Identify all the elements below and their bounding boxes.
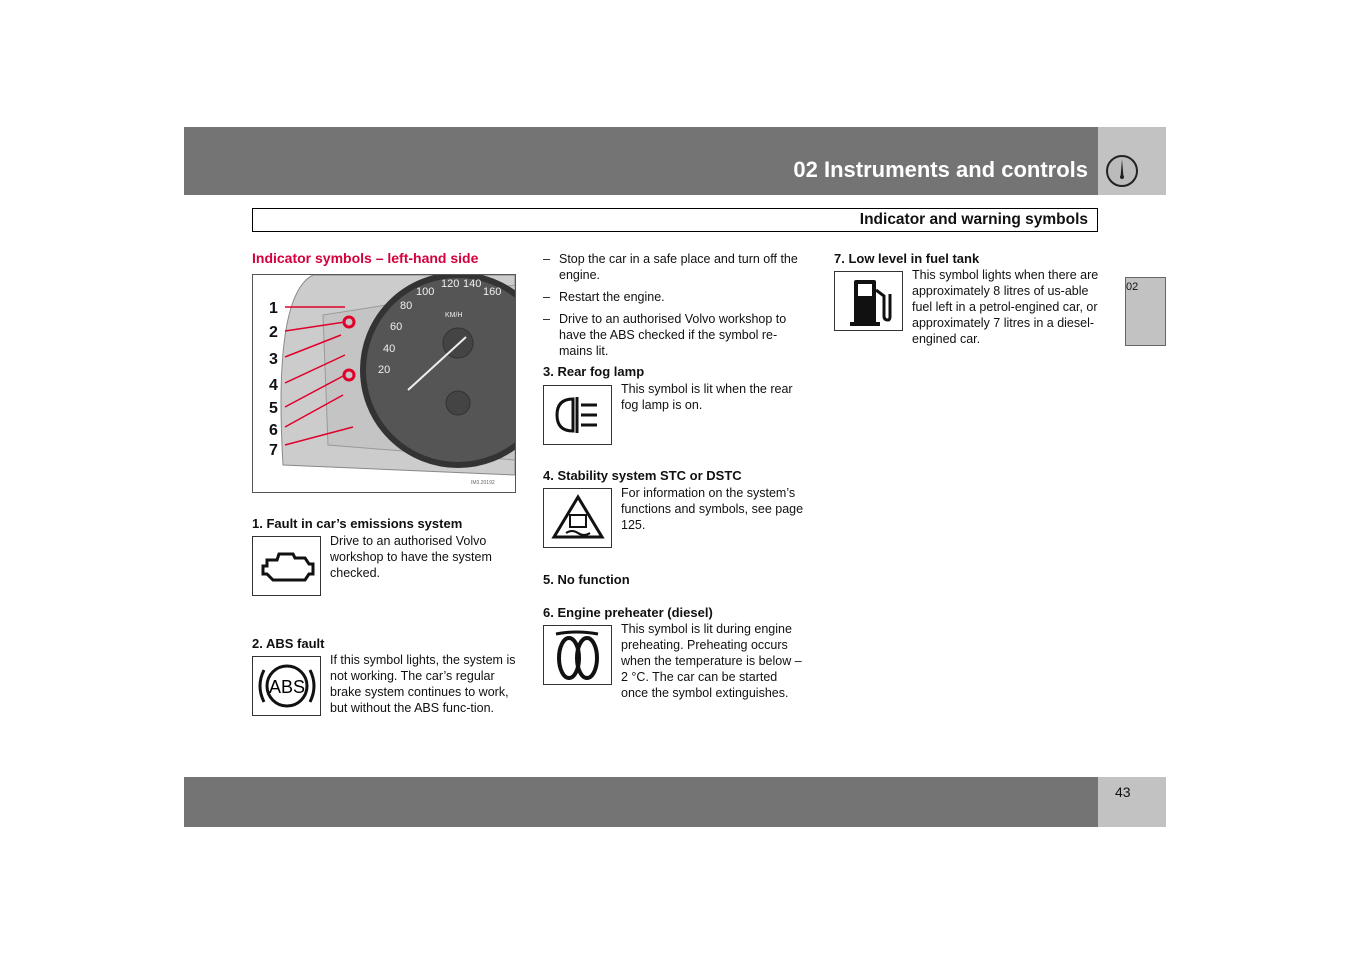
gauge-label: 40: [383, 343, 395, 355]
page-number: 43: [1115, 784, 1131, 800]
rear-fog-lamp-icon: [543, 385, 612, 445]
item-title: 7. Low level in fuel tank: [834, 251, 980, 266]
speedometer-icon: [1106, 155, 1138, 187]
abs-icon-text: ABS: [268, 677, 304, 697]
item-title: 1. Fault in car’s emissions system: [252, 516, 463, 531]
item-text: For information on the system’s function…: [621, 486, 804, 532]
column-heading: Indicator symbols – left-hand side: [252, 250, 479, 266]
instrument-figure: 20 40 60 80 100 120 140 160 KM/H 1 2 3 4…: [252, 272, 556, 493]
figure-callout: 2: [269, 324, 278, 341]
chapter-title: 02 Instruments and controls: [793, 157, 1088, 182]
chapter-tab-label: 02: [1126, 281, 1139, 293]
instruction-list: Stop the car in a safe place and turn of…: [543, 251, 803, 365]
item-text: If this symbol lights, the system is not…: [330, 653, 516, 715]
gauge-label: 60: [390, 321, 402, 333]
item-text: Drive to an authorised Volvo workshop to…: [330, 534, 492, 580]
figure-callout: 4: [269, 377, 278, 394]
item-text: This symbol is lit during engine preheat…: [621, 622, 802, 700]
item-title: 4. Stability system STC or DSTC: [543, 468, 742, 483]
glow-plug-icon: [543, 625, 612, 685]
engine-icon: [252, 536, 321, 596]
gauge-label: 160: [483, 286, 501, 298]
section-header: Indicator and warning symbols: [252, 208, 1098, 232]
list-item: Stop the car in a safe place and turn of…: [543, 251, 803, 283]
list-item: Drive to an authorised Volvo workshop to…: [543, 311, 803, 359]
item-title: 6. Engine preheater (diesel): [543, 605, 713, 620]
item-title: 2. ABS fault: [252, 636, 325, 651]
item-title: 3. Rear fog lamp: [543, 364, 645, 379]
page-footer: [184, 777, 1098, 827]
item-text: This symbol is lit when the rear fog lam…: [621, 382, 793, 412]
figure-callout: 5: [269, 400, 278, 417]
chapter-header: 02 Instruments and controls: [184, 127, 1098, 195]
abs-icon: ABS: [252, 656, 321, 716]
chapter-tab[interactable]: 02: [1125, 277, 1166, 346]
gauge-label: 20: [378, 364, 390, 376]
page-number-box: 43: [1098, 777, 1166, 827]
gauge-label: 80: [400, 300, 412, 312]
stability-system-icon: [543, 488, 612, 548]
item-title: 5. No function: [543, 572, 630, 587]
figure-callout: 1: [269, 300, 278, 317]
gauge-label: 120: [441, 278, 459, 290]
figure-callout: 7: [269, 442, 278, 459]
gauge-label: 140: [463, 278, 481, 290]
figure-callout: 3: [269, 351, 278, 368]
item-text: This symbol lights when there are approx…: [912, 268, 1099, 346]
chapter-icon-box: [1098, 127, 1166, 195]
gauge-label: 100: [416, 286, 434, 298]
figure-callout: 6: [269, 422, 278, 439]
list-item: Restart the engine.: [543, 289, 803, 305]
gauge-label: KM/H: [445, 312, 463, 319]
section-title: Indicator and warning symbols: [859, 211, 1088, 228]
fuel-pump-icon: [834, 271, 903, 331]
figure-code: IM3.20192: [471, 480, 495, 486]
